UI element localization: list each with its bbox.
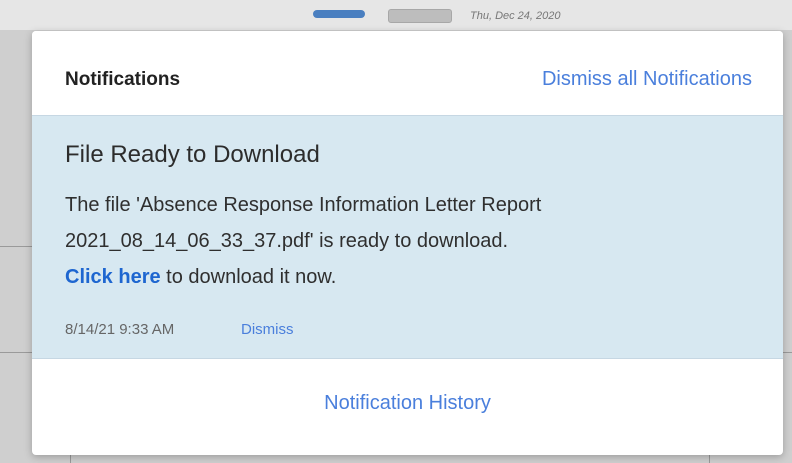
notifications-title: Notifications <box>65 69 181 90</box>
notification-message-suffix: to download it now. <box>160 266 337 288</box>
background-gray-pill <box>388 9 452 23</box>
background-divider-left <box>0 246 32 247</box>
notification-message: The file 'Absence Response Information L… <box>65 187 755 295</box>
background-divider-right <box>783 352 792 353</box>
background-blue-pill <box>313 10 365 18</box>
background-column-line-left <box>70 455 71 463</box>
dismiss-all-notifications-link[interactable]: Dismiss all Notifications <box>542 68 752 91</box>
background-date: Thu, Dec 24, 2020 <box>470 10 561 22</box>
notification-history-link[interactable]: Notification History <box>32 392 783 415</box>
dismiss-notification-link[interactable]: Dismiss <box>241 321 294 338</box>
background-column-line-right <box>709 455 710 463</box>
background-topbar: Thu, Dec 24, 2020 <box>0 0 792 30</box>
notifications-header: Notifications Dismiss all Notifications <box>32 31 783 115</box>
download-link[interactable]: Click here <box>65 266 161 288</box>
notification-timestamp: 8/14/21 9:33 AM <box>65 321 175 338</box>
notification-title: File Ready to Download <box>65 141 320 168</box>
background-divider-left-lower <box>0 352 32 353</box>
notification-item: File Ready to Download The file 'Absence… <box>32 115 783 359</box>
notifications-panel: Notifications Dismiss all Notifications … <box>32 31 783 455</box>
notification-message-text: The file 'Absence Response Information L… <box>65 194 542 252</box>
